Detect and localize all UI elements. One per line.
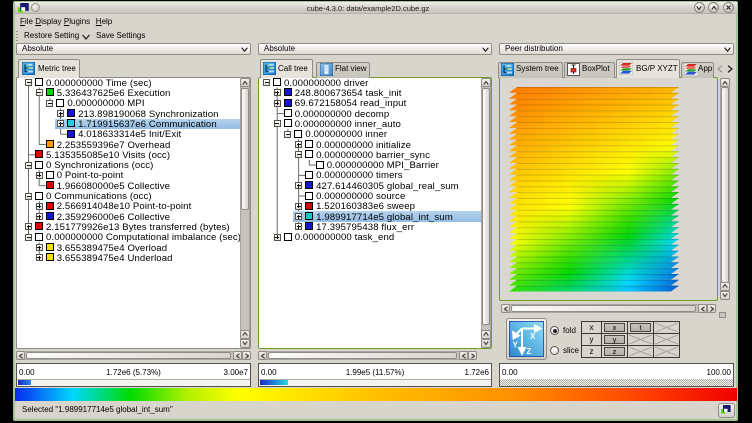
svg-text:X: X bbox=[530, 332, 536, 341]
svg-text:Y: Y bbox=[513, 341, 519, 350]
svg-text:Z: Z bbox=[527, 347, 532, 356]
